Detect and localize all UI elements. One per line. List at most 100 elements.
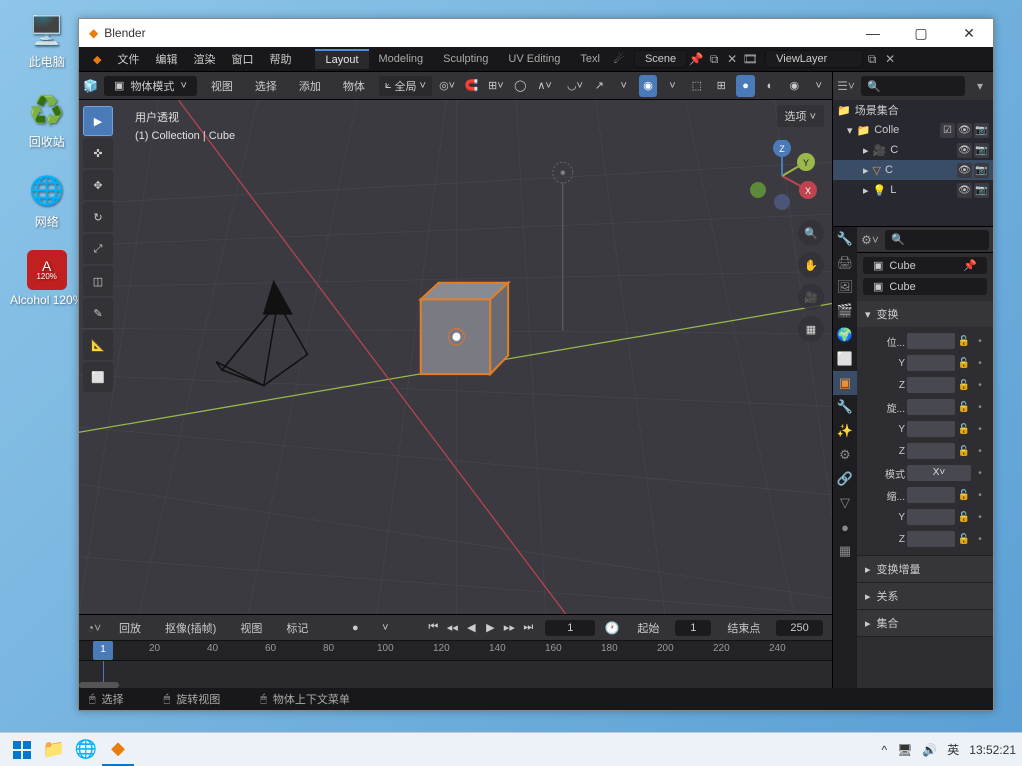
desktop-icon-alcohol[interactable]: A120% Alcohol 120% — [10, 250, 83, 307]
rotation-mode[interactable]: X˅ — [907, 465, 971, 481]
tree-item-camera[interactable]: ▸ 🎥 C 👁📷 — [833, 140, 993, 160]
tray-volume-icon[interactable]: 🔊 — [922, 743, 937, 757]
tab-texture[interactable]: Texl — [570, 50, 610, 68]
tree-item-cube[interactable]: ▸ ▽ C 👁📷 — [833, 160, 993, 180]
mode-dropdown[interactable]: ▣ 物体模式 ˅ — [104, 76, 197, 96]
jump-end-icon[interactable]: ⏭ — [519, 618, 537, 638]
snap-icon[interactable]: 🧲 — [462, 75, 480, 97]
viewlayer-new-icon[interactable]: ⧉ — [863, 50, 881, 68]
editor-type-icon[interactable]: 🧊 — [83, 77, 98, 95]
menu-playback[interactable]: 回放 — [111, 618, 149, 638]
gizmo-toggle-icon[interactable]: ↗ — [590, 75, 608, 97]
tab-physics[interactable]: ⚙ — [833, 443, 857, 467]
gizmo-settings-icon[interactable]: ˅ — [615, 75, 633, 97]
tab-constraints[interactable]: 🔗 — [833, 467, 857, 491]
tray-chevron-icon[interactable]: ^ — [881, 743, 887, 757]
tray-ime[interactable]: 英 — [947, 741, 959, 758]
blender-icon[interactable]: ◆ — [85, 51, 109, 68]
tab-scene[interactable]: 🎬 — [833, 299, 857, 323]
nav-gizmo[interactable]: X Y Z — [746, 140, 818, 212]
viewlayer-browse-icon[interactable]: 🎞 — [741, 50, 759, 68]
playhead[interactable]: 1 — [93, 641, 113, 660]
location-z[interactable] — [907, 377, 955, 393]
proportional-falloff-icon[interactable]: ∧˅ — [535, 75, 553, 97]
lock-icon[interactable]: 🔓 — [957, 400, 971, 414]
disclosure-icon[interactable]: ▾ — [847, 124, 853, 137]
tool-select-box[interactable]: ▶ — [83, 106, 113, 136]
eye-icon[interactable]: 👁 — [957, 123, 972, 138]
lock-icon[interactable]: 🔓 — [957, 510, 971, 524]
lock-icon[interactable]: 🔓 — [957, 334, 971, 348]
overlays-toggle-icon[interactable]: ◉ — [639, 75, 657, 97]
autokey-icon[interactable]: ● — [344, 617, 366, 639]
scene-selector[interactable]: Scene — [634, 50, 687, 68]
overlays-settings-icon[interactable]: ˅ — [663, 75, 681, 97]
outliner-search[interactable]: 🔍 — [861, 76, 965, 96]
menu-object[interactable]: 物体 — [335, 76, 373, 96]
tab-particles[interactable]: ✨ — [833, 419, 857, 443]
breadcrumb[interactable]: ▣ Cube 📌 — [863, 257, 987, 274]
tab-material[interactable]: ● — [833, 515, 857, 539]
tab-object[interactable]: ▣ — [833, 371, 857, 395]
clock-icon[interactable]: 🕐 — [603, 619, 621, 637]
panel-transform-head[interactable]: ▾ 变换 — [857, 301, 993, 327]
menu-file[interactable]: 文件 — [109, 49, 147, 69]
close-button[interactable]: ✕ — [945, 19, 993, 47]
desktop-icon-computer[interactable]: 🖥️ 此电脑 — [10, 10, 83, 70]
tab-output[interactable]: 🖨 — [833, 251, 857, 275]
desktop-icon-network[interactable]: 🌐 网络 — [10, 170, 83, 230]
menu-marker[interactable]: 标记 — [278, 618, 316, 638]
tray-clock[interactable]: 13:52:21 — [969, 743, 1016, 757]
lock-icon[interactable]: 🔓 — [957, 532, 971, 546]
tool-add-cube[interactable]: ⬜ — [83, 362, 113, 392]
view-filter-icon[interactable]: ◡˅ — [566, 75, 584, 97]
tree-item-light[interactable]: ▸ 💡 L 👁📷 — [833, 180, 993, 200]
location-y[interactable] — [907, 355, 955, 371]
scale-x[interactable] — [907, 487, 955, 503]
render-icon[interactable]: 📷 — [974, 163, 989, 178]
scale-y[interactable] — [907, 509, 955, 525]
tab-world[interactable]: 🌍 — [833, 323, 857, 347]
timeline-ruler[interactable]: 1 20 40 60 80 100 120 140 160 180 200 22… — [79, 640, 832, 660]
tab-data[interactable]: ▽ — [833, 491, 857, 515]
tool-scale[interactable]: ⤢ — [83, 234, 113, 264]
perspective-toggle-icon[interactable]: ▦ — [798, 316, 824, 342]
taskbar-edge[interactable]: 🌐 — [70, 734, 102, 766]
autokey-set-icon[interactable]: ˅ — [374, 617, 396, 639]
shading-matcap-icon[interactable]: ◐ — [761, 75, 779, 97]
maximize-button[interactable]: ▢ — [897, 19, 945, 47]
menu-view[interactable]: 视图 — [203, 76, 241, 96]
menu-select[interactable]: 选择 — [247, 76, 285, 96]
pin-icon[interactable]: 📌 — [963, 259, 977, 272]
lock-icon[interactable]: 🔓 — [957, 422, 971, 436]
tab-layout[interactable]: Layout — [315, 49, 368, 69]
menu-help[interactable]: 帮助 — [261, 49, 299, 69]
shading-wire-icon[interactable]: ⊞ — [712, 75, 730, 97]
prev-key-icon[interactable]: ◂◂ — [443, 618, 461, 638]
editor-type-timeline-icon[interactable]: ◔˅ — [85, 619, 103, 637]
options-dropdown[interactable]: 选项 ˅ — [777, 105, 824, 127]
menu-window[interactable]: 窗口 — [223, 49, 261, 69]
location-x[interactable] — [907, 333, 955, 349]
props-search[interactable]: 🔍 — [885, 230, 989, 250]
panel-delta-head[interactable]: ▸ 变换增量 — [857, 556, 993, 582]
taskbar-explorer[interactable]: 📁 — [38, 734, 70, 766]
3d-viewport[interactable]: 选项 ˅ 用户透视 (1) Collection | Cube — [79, 100, 832, 614]
play-icon[interactable]: ▶ — [481, 618, 499, 638]
scale-z[interactable] — [907, 531, 955, 547]
lock-icon[interactable]: 🔓 — [957, 444, 971, 458]
panel-collection-head[interactable]: ▸ 集合 — [857, 610, 993, 636]
shading-settings-icon[interactable]: ˅ — [810, 75, 828, 97]
eye-icon[interactable]: 👁 — [957, 163, 972, 178]
render-icon[interactable]: 📷 — [974, 183, 989, 198]
titlebar[interactable]: ◆ Blender — ▢ ✕ — [79, 19, 993, 47]
proportional-icon[interactable]: ◯ — [511, 75, 529, 97]
tool-rotate[interactable]: ↻ — [83, 202, 113, 232]
tab-uv-editing[interactable]: UV Editing — [498, 50, 570, 68]
scene-new-icon[interactable]: ⧉ — [705, 50, 723, 68]
lock-icon[interactable]: 🔓 — [957, 356, 971, 370]
tab-sculpting[interactable]: Sculpting — [433, 50, 498, 68]
next-key-icon[interactable]: ▸▸ — [500, 618, 518, 638]
render-icon[interactable]: 📷 — [974, 123, 989, 138]
tab-viewlayer[interactable]: 🖼 — [833, 275, 857, 299]
